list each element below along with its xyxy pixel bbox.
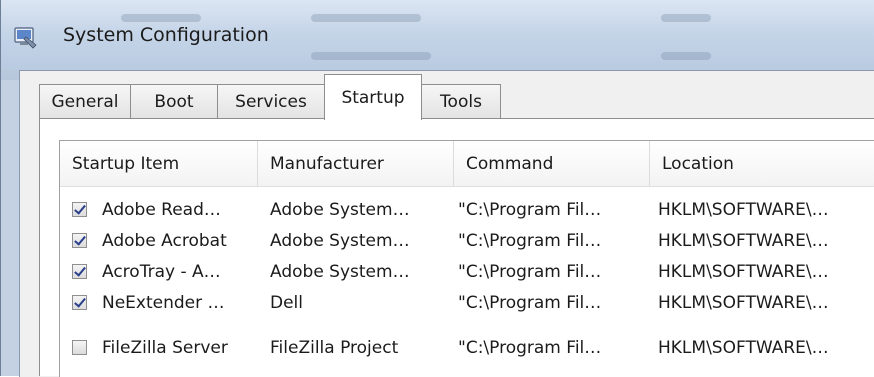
startup-item: Adobe Read… xyxy=(102,200,221,220)
msconfig-icon xyxy=(14,27,38,49)
list-header: Startup Item Manufacturer Command Locati… xyxy=(60,141,874,187)
column-header-location[interactable]: Location xyxy=(650,141,874,186)
manufacturer: Adobe System… xyxy=(270,200,410,220)
tab-general[interactable]: General xyxy=(39,84,131,118)
column-header-manufacturer[interactable]: Manufacturer xyxy=(258,141,454,186)
command: "C:\Program Fil… xyxy=(458,293,602,313)
location: HKLM\SOFTWARE\… xyxy=(658,338,829,358)
title-bar[interactable]: System Configuration xyxy=(1,0,874,70)
window-title: System Configuration xyxy=(63,24,269,46)
manufacturer: Dell xyxy=(270,293,303,313)
manufacturer: Adobe System… xyxy=(270,231,410,251)
command: "C:\Program Fil… xyxy=(458,262,602,282)
checkbox-icon[interactable] xyxy=(72,295,87,310)
column-header-startup-item[interactable]: Startup Item xyxy=(60,141,258,186)
startup-item: FileZilla Server xyxy=(102,338,228,358)
table-row[interactable]: Adobe Read… Adobe System… "C:\Program Fi… xyxy=(60,195,874,226)
table-row[interactable]: AcroTray - A… Adobe System… "C:\Program … xyxy=(60,257,874,288)
location: HKLM\SOFTWARE\… xyxy=(658,293,829,313)
checkbox-icon[interactable] xyxy=(72,264,87,279)
tab-tools[interactable]: Tools xyxy=(421,84,501,118)
command: "C:\Program Fil… xyxy=(458,231,602,251)
checkbox-icon[interactable] xyxy=(72,202,87,217)
system-configuration-window: System Configuration General Boot Servic… xyxy=(0,0,874,377)
table-row[interactable]: NeExtender … Dell "C:\Program Fil… HKLM\… xyxy=(60,288,874,319)
startup-list[interactable]: Startup Item Manufacturer Command Locati… xyxy=(59,140,874,377)
blurred-background xyxy=(121,14,201,22)
location: HKLM\SOFTWARE\… xyxy=(658,262,829,282)
checkbox-icon[interactable] xyxy=(72,340,87,355)
blurred-background xyxy=(661,52,711,60)
startup-item: AcroTray - A… xyxy=(102,262,221,282)
blurred-background xyxy=(311,14,421,22)
table-row[interactable]: FileZilla Server FileZilla Project "C:\P… xyxy=(60,333,874,364)
blurred-background xyxy=(661,14,711,22)
column-header-command[interactable]: Command xyxy=(454,141,650,186)
tab-boot[interactable]: Boot xyxy=(130,84,218,118)
manufacturer: FileZilla Project xyxy=(270,338,399,358)
startup-item: Adobe Acrobat xyxy=(102,231,227,251)
location: HKLM\SOFTWARE\… xyxy=(658,231,829,251)
tab-startup[interactable]: Startup xyxy=(324,74,422,120)
table-row[interactable]: Adobe Acrobat Adobe System… "C:\Program … xyxy=(60,226,874,257)
command: "C:\Program Fil… xyxy=(458,338,602,358)
startup-item: NeExtender … xyxy=(102,293,225,313)
blurred-background xyxy=(311,52,431,60)
location: HKLM\SOFTWARE\… xyxy=(658,200,829,220)
manufacturer: Adobe System… xyxy=(270,262,410,282)
checkbox-icon[interactable] xyxy=(72,233,87,248)
tab-services[interactable]: Services xyxy=(217,84,325,118)
command: "C:\Program Fil… xyxy=(458,200,602,220)
